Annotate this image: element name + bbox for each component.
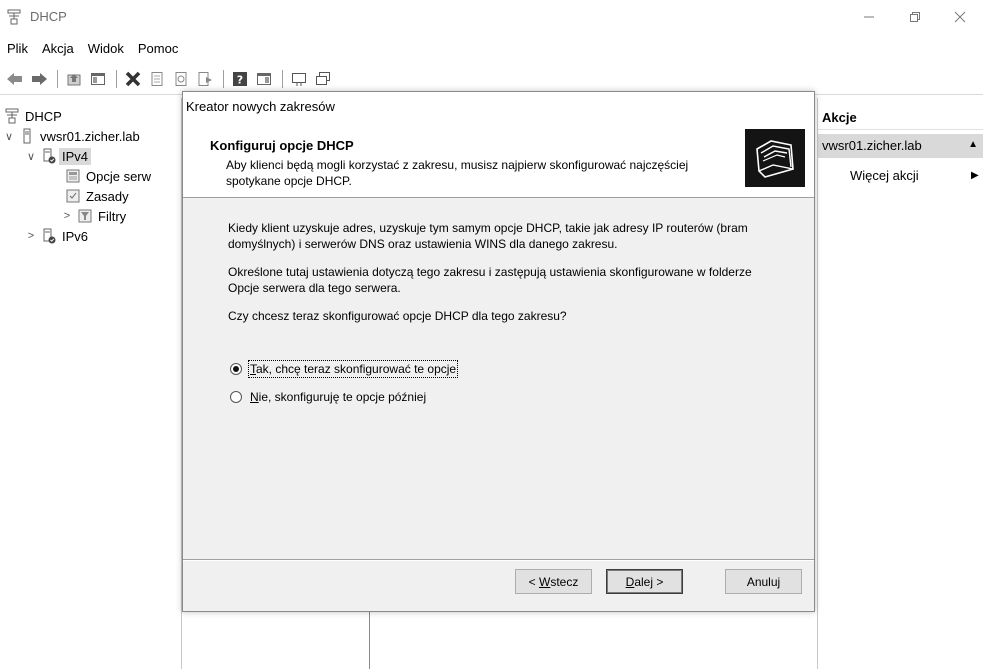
chevron-down-icon[interactable]: ∨: [2, 130, 16, 143]
next-button[interactable]: Dalej >: [606, 569, 683, 594]
toolbar-separator: [282, 70, 283, 88]
wizard-body: Kiedy klient uzyskuje adres, uzyskuje ty…: [228, 220, 768, 336]
show-action-pane-icon[interactable]: [253, 68, 275, 90]
server-options-icon[interactable]: [312, 68, 334, 90]
pane-splitter[interactable]: [369, 610, 370, 669]
menu-bar: Plik Akcja Widok Pomoc: [0, 37, 185, 61]
display-statistics-icon[interactable]: [288, 68, 310, 90]
collapse-triangle-icon[interactable]: ▲: [968, 139, 978, 150]
back-arrow-icon[interactable]: [4, 68, 26, 90]
wizard-header: Konfiguruj opcje DHCP Aby klienci będą m…: [183, 119, 814, 198]
body-paragraph: Kiedy klient uzyskuje adres, uzyskuje ty…: [228, 221, 748, 251]
tree-item-label: Filtry: [98, 208, 127, 224]
properties-icon[interactable]: [146, 68, 168, 90]
refresh-icon[interactable]: [170, 68, 192, 90]
folder-options-icon: [745, 129, 805, 187]
toolbar-separator: [116, 70, 117, 88]
back-button[interactable]: < Wstecz: [515, 569, 592, 594]
show-hide-tree-icon[interactable]: [87, 68, 109, 90]
title-bar: DHCP: [0, 0, 983, 34]
cancel-button[interactable]: Anuluj: [725, 569, 802, 594]
menu-view[interactable]: Widok: [81, 37, 131, 61]
server-icon: [19, 128, 35, 144]
radio-configure-now[interactable]: Tak, chcę teraz skonfigurować te opcje: [230, 360, 459, 378]
tree-item-policies[interactable]: Zasady: [62, 186, 129, 206]
toolbar: ?: [0, 66, 983, 92]
radio-button[interactable]: [230, 363, 242, 375]
more-actions-link[interactable]: Więcej akcji: [850, 168, 919, 183]
forward-arrow-icon[interactable]: [28, 68, 50, 90]
actions-header: Akcje: [818, 106, 983, 130]
export-list-icon[interactable]: [194, 68, 216, 90]
tree-item-label: Zasady: [86, 188, 129, 204]
tree-item-label: IPv6: [62, 228, 89, 244]
wizard-step-description: Aby klienci będą mogli korzystać z zakre…: [226, 158, 689, 188]
restore-button[interactable]: [892, 0, 938, 34]
actions-group-label: vwsr01.zicher.lab: [822, 138, 922, 153]
body-question: Czy chcesz teraz skonfigurować opcje DHC…: [228, 309, 567, 323]
body-paragraph: Określone tutaj ustawienia dotyczą tego …: [228, 265, 752, 295]
radio-label: Tak, chcę teraz skonfigurować te opcje: [247, 360, 459, 378]
submenu-arrow-icon: ▶: [971, 170, 979, 181]
svg-text:?: ?: [237, 74, 243, 87]
menu-file[interactable]: Plik: [0, 37, 35, 61]
toolbar-separator: [57, 70, 58, 88]
tree-item-server[interactable]: ∨ vwsr01.zicher.lab: [2, 126, 140, 146]
tree-item-dhcp[interactable]: DHCP: [4, 106, 62, 126]
tree-item-filters[interactable]: > Filtry: [60, 206, 126, 226]
ipv6-icon: [41, 228, 57, 244]
dhcp-icon: [4, 108, 20, 124]
filter-icon: [77, 208, 93, 224]
console-tree: DHCP ∨ vwsr01.zicher.lab ∨ IPv4 Opcje se…: [0, 98, 182, 669]
tree-item-label: DHCP: [25, 108, 62, 124]
new-scope-wizard-dialog: Kreator nowych zakresów Konfiguruj opcje…: [182, 91, 815, 612]
tree-item-ipv6[interactable]: > IPv6: [24, 226, 88, 246]
radio-label: Nie, skonfiguruję te opcje później: [250, 390, 427, 404]
tree-item-label: Opcje serw: [86, 168, 152, 184]
dialog-title: Kreator nowych zakresów: [183, 92, 814, 119]
delete-icon[interactable]: [122, 68, 144, 90]
window-title: DHCP: [30, 9, 67, 24]
policies-icon: [65, 188, 81, 204]
tree-item-label: IPv4: [59, 147, 92, 165]
close-button[interactable]: [937, 0, 983, 34]
toolbar-separator: [223, 70, 224, 88]
tree-item-ipv4[interactable]: ∨ IPv4: [24, 146, 92, 166]
tree-item-label: vwsr01.zicher.lab: [40, 128, 140, 144]
radio-button[interactable]: [230, 391, 242, 403]
chevron-right-icon[interactable]: >: [24, 230, 38, 242]
ipv4-icon: [41, 148, 57, 164]
up-folder-icon[interactable]: [63, 68, 85, 90]
help-icon[interactable]: ?: [229, 68, 251, 90]
minimize-button[interactable]: [846, 0, 892, 34]
dhcp-app-icon: [6, 9, 22, 25]
actions-group-server[interactable]: vwsr01.zicher.lab ▲: [818, 134, 983, 158]
menu-help[interactable]: Pomoc: [131, 37, 185, 61]
options-icon: [65, 168, 81, 184]
chevron-down-icon[interactable]: ∨: [24, 150, 38, 163]
wizard-step-title: Konfiguruj opcje DHCP: [210, 138, 354, 153]
chevron-right-icon[interactable]: >: [60, 210, 74, 222]
menu-action[interactable]: Akcja: [35, 37, 81, 61]
actions-pane: Akcje vwsr01.zicher.lab ▲ Więcej akcji ▶: [817, 98, 983, 669]
radio-configure-later[interactable]: Nie, skonfiguruję te opcje później: [230, 390, 426, 404]
tree-item-server-options[interactable]: Opcje serw: [62, 166, 151, 186]
